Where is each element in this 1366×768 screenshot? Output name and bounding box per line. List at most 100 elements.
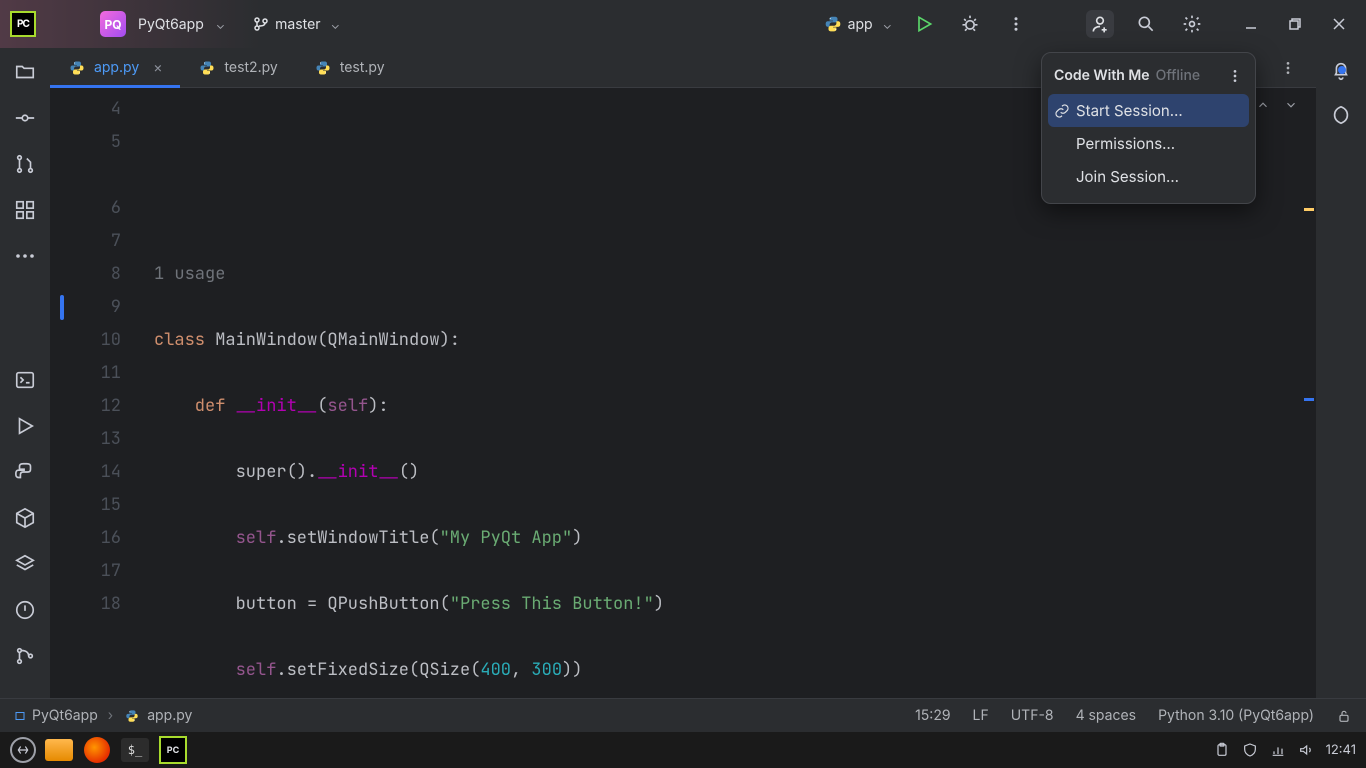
popup-status: Offline bbox=[1156, 67, 1201, 84]
popup-more-button[interactable] bbox=[1227, 68, 1243, 84]
search-everywhere-button[interactable] bbox=[1132, 10, 1160, 38]
gutter[interactable]: 4 5 6 7 8 9 10 11 12 13 14 15 16 17 18 bbox=[50, 88, 150, 698]
file-crumb[interactable]: app.py bbox=[123, 707, 192, 725]
interpreter-widget[interactable]: Python 3.10 (PyQt6app) bbox=[1158, 707, 1314, 724]
popup-title: Code With Me bbox=[1054, 67, 1150, 84]
code-with-me-popup: Code With Me Offline Start Session… Permi… bbox=[1041, 52, 1256, 204]
debug-button[interactable] bbox=[956, 10, 984, 38]
pycharm-app-button[interactable]: PC bbox=[158, 735, 188, 765]
commit-tool-button[interactable] bbox=[13, 106, 37, 130]
run-config-selector[interactable]: app ⌄ bbox=[824, 15, 892, 33]
project-crumb[interactable]: PyQt6app bbox=[14, 707, 98, 724]
settings-button[interactable] bbox=[1178, 10, 1206, 38]
chevron-down-icon: ⌄ bbox=[331, 17, 340, 32]
ai-assistant-tool-button[interactable] bbox=[1330, 104, 1352, 126]
python-icon bbox=[123, 707, 141, 725]
titlebar: PC PQ PyQt6app ⌄ master ⌄ app ⌄ bbox=[0, 0, 1366, 48]
tab-app-py[interactable]: app.py × bbox=[50, 48, 180, 87]
code-with-me-button[interactable] bbox=[1086, 10, 1114, 38]
indent-widget[interactable]: 4 spaces bbox=[1076, 707, 1137, 724]
notification-dot-icon bbox=[1338, 66, 1346, 74]
window-minimize-button[interactable] bbox=[1234, 10, 1268, 38]
pycharm-logo-icon: PC bbox=[10, 11, 36, 37]
files-app-button[interactable] bbox=[44, 735, 74, 765]
system-tray: 12:41 bbox=[1214, 742, 1356, 758]
os-taskbar: $_ PC 12:41 bbox=[0, 732, 1366, 768]
start-menu-button[interactable] bbox=[10, 737, 36, 763]
left-tool-stripe bbox=[0, 48, 50, 698]
line-number: 6 bbox=[50, 192, 121, 225]
error-stripe[interactable] bbox=[1302, 88, 1316, 698]
line-number: 12 bbox=[50, 390, 121, 423]
python-icon bbox=[824, 15, 842, 33]
problems-tool-button[interactable] bbox=[13, 598, 37, 622]
project-badge[interactable]: PQ bbox=[100, 11, 126, 37]
line-separator[interactable]: LF bbox=[973, 707, 989, 724]
vcs-tool-button[interactable] bbox=[13, 644, 37, 668]
branch-icon bbox=[253, 16, 269, 32]
project-tool-button[interactable] bbox=[13, 60, 37, 84]
python-icon bbox=[198, 59, 216, 77]
chevron-down-icon: ⌄ bbox=[883, 17, 892, 32]
line-number: 5 bbox=[50, 126, 121, 159]
firefox-app-button[interactable] bbox=[82, 735, 112, 765]
volume-tray-icon[interactable] bbox=[1298, 742, 1314, 758]
folder-icon bbox=[14, 710, 26, 722]
structure-tool-button[interactable] bbox=[13, 198, 37, 222]
line-number: 11 bbox=[50, 357, 121, 390]
more-actions-button[interactable] bbox=[1002, 10, 1030, 38]
clipboard-tray-icon[interactable] bbox=[1214, 742, 1230, 758]
popup-item-start-session[interactable]: Start Session… bbox=[1048, 94, 1249, 127]
link-icon bbox=[1054, 103, 1070, 119]
main-menu-button[interactable] bbox=[54, 10, 82, 38]
popup-item-permissions[interactable]: Permissions… bbox=[1042, 127, 1255, 160]
line-number: 16 bbox=[50, 522, 121, 555]
tab-label: test2.py bbox=[224, 59, 277, 76]
breadcrumb-separator: › bbox=[108, 707, 113, 724]
tab-test2-py[interactable]: test2.py bbox=[180, 48, 295, 87]
line-number: 7 bbox=[50, 225, 121, 258]
pull-requests-tool-button[interactable] bbox=[13, 152, 37, 176]
more-tools-button[interactable] bbox=[13, 244, 37, 268]
network-tray-icon[interactable] bbox=[1270, 742, 1286, 758]
window-close-button[interactable] bbox=[1322, 10, 1356, 38]
branch-name: master bbox=[275, 16, 320, 33]
cursor-position[interactable]: 15:29 bbox=[915, 707, 950, 724]
line-number: 15 bbox=[50, 489, 121, 522]
tab-test-py[interactable]: test.py bbox=[296, 48, 403, 87]
window-restore-button[interactable] bbox=[1278, 10, 1312, 38]
editor-more-button[interactable] bbox=[1274, 54, 1302, 82]
chevron-down-icon[interactable]: ⌄ bbox=[216, 17, 225, 32]
prev-highlight-button[interactable] bbox=[1256, 98, 1270, 112]
python-console-tool-button[interactable] bbox=[13, 460, 37, 484]
run-tool-button[interactable] bbox=[13, 414, 37, 438]
project-name[interactable]: PyQt6app bbox=[138, 16, 204, 33]
file-encoding[interactable]: UTF-8 bbox=[1011, 707, 1054, 724]
terminal-tool-button[interactable] bbox=[13, 368, 37, 392]
usage-hint[interactable]: 1 usage bbox=[154, 263, 225, 285]
next-highlight-button[interactable] bbox=[1284, 98, 1298, 112]
line-number: 9 bbox=[50, 291, 121, 324]
close-tab-button[interactable]: × bbox=[153, 59, 162, 76]
run-config-name: app bbox=[848, 16, 873, 33]
line-number: 13 bbox=[50, 423, 121, 456]
notifications-tool-button[interactable] bbox=[1330, 60, 1352, 82]
vcs-branch-widget[interactable]: master ⌄ bbox=[253, 16, 340, 33]
line-number: 17 bbox=[50, 555, 121, 588]
run-button[interactable] bbox=[910, 10, 938, 38]
line-number: 10 bbox=[50, 324, 121, 357]
python-icon bbox=[68, 59, 86, 77]
clock[interactable]: 12:41 bbox=[1326, 742, 1356, 758]
popup-item-join-session[interactable]: Join Session… bbox=[1042, 160, 1255, 193]
line-number: 14 bbox=[50, 456, 121, 489]
tab-label: test.py bbox=[340, 59, 385, 76]
python-packages-tool-button[interactable] bbox=[13, 506, 37, 530]
terminal-app-button[interactable]: $_ bbox=[120, 735, 150, 765]
readonly-toggle[interactable] bbox=[1336, 708, 1352, 724]
line-number: 4 bbox=[50, 93, 121, 126]
services-tool-button[interactable] bbox=[13, 552, 37, 576]
shield-tray-icon[interactable] bbox=[1242, 742, 1258, 758]
line-number: 8 bbox=[50, 258, 121, 291]
line-number bbox=[50, 159, 121, 192]
status-bar: PyQt6app › app.py 15:29 LF UTF-8 4 space… bbox=[0, 698, 1366, 732]
